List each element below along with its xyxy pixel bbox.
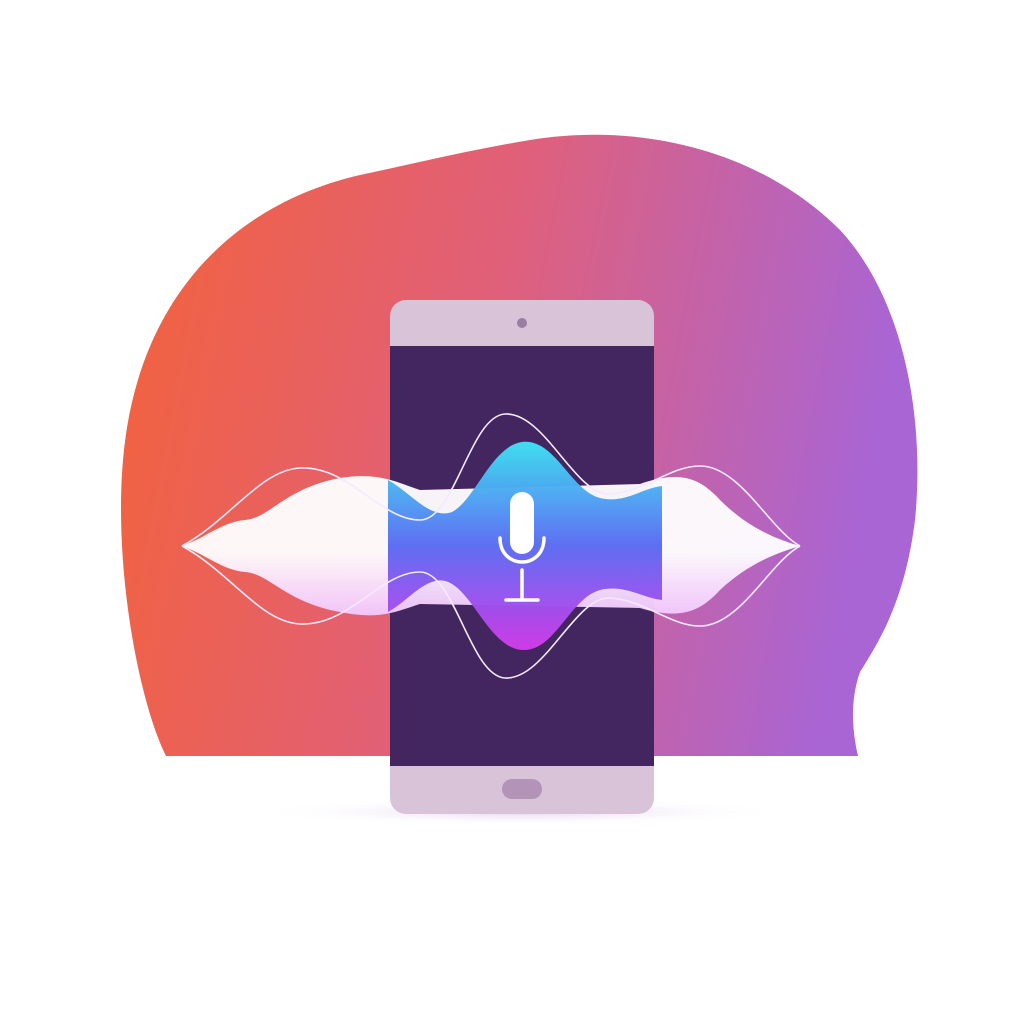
mic-capsule [510, 492, 534, 554]
home-button-icon [502, 779, 542, 799]
voice-assistant-illustration [120, 134, 918, 826]
illustration-canvas [0, 0, 1024, 1024]
front-camera-icon [517, 318, 527, 328]
